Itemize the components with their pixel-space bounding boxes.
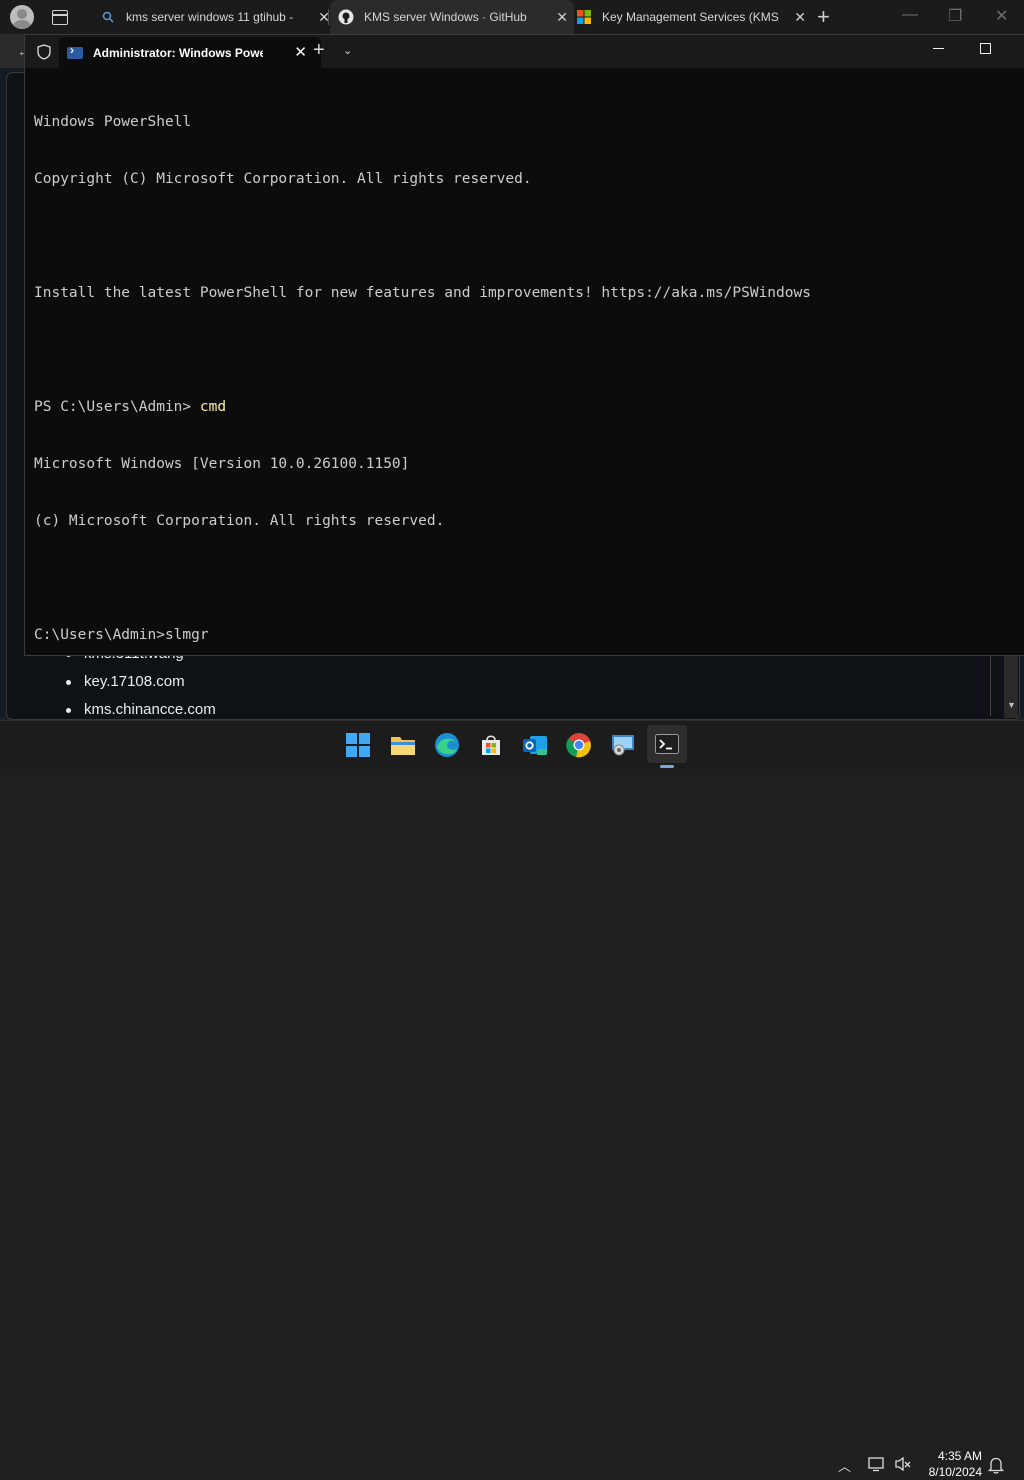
browser-restore-button[interactable]: ❐ bbox=[948, 6, 962, 26]
close-tab-icon[interactable]: ✕ bbox=[294, 43, 307, 61]
terminal-line: (c) Microsoft Corporation. All rights re… bbox=[34, 513, 445, 529]
powershell-icon bbox=[67, 43, 83, 59]
search-icon bbox=[100, 9, 116, 25]
terminal-input-line[interactable]: C:\Users\Admin>slmgr bbox=[34, 626, 811, 645]
terminal-maximize-button[interactable] bbox=[980, 43, 991, 54]
tab-title: kms server windows 11 gtihub - bbox=[126, 10, 294, 24]
chevron-up-icon[interactable]: ︿ bbox=[838, 1456, 851, 1475]
tab-actions-icon[interactable] bbox=[52, 10, 68, 25]
new-tab-button[interactable]: + bbox=[817, 4, 830, 30]
notification-bell-icon[interactable] bbox=[987, 1456, 1005, 1477]
terminal-line: Windows PowerShell bbox=[34, 114, 192, 130]
microsoft-icon bbox=[576, 9, 592, 25]
tab-title: KMS server Windows · GitHub bbox=[364, 10, 527, 24]
terminal-icon[interactable] bbox=[647, 725, 687, 763]
terminal-line: Microsoft Windows [Version 10.0.26100.11… bbox=[34, 456, 410, 472]
terminal-minimize-button[interactable] bbox=[933, 48, 944, 49]
page-divider bbox=[990, 652, 991, 716]
outlook-icon[interactable] bbox=[521, 731, 549, 759]
clock-date: 8/10/2024 bbox=[928, 1465, 982, 1479]
taskbar: ︿ 4:35 AM 8/10/2024 bbox=[0, 720, 1024, 1479]
browser-tab-github[interactable]: KMS server Windows · GitHub ✕ bbox=[330, 0, 574, 34]
edge-icon[interactable] bbox=[433, 731, 461, 759]
control-panel-icon[interactable] bbox=[609, 731, 637, 759]
profile-avatar[interactable] bbox=[10, 5, 34, 29]
close-tab-icon[interactable]: ✕ bbox=[556, 9, 568, 26]
browser-tab-microsoft[interactable]: Key Management Services (KMS ✕ bbox=[570, 0, 812, 34]
shield-icon bbox=[37, 44, 51, 60]
terminal-command: cmd bbox=[199, 399, 227, 415]
scroll-down-icon[interactable]: ▼ bbox=[1007, 700, 1016, 710]
browser-tab-search[interactable]: kms server windows 11 gtihub - ✕ bbox=[90, 0, 336, 34]
terminal-window: Administrator: Windows PowerShell ✕ + ⌄ … bbox=[24, 34, 1024, 656]
tab-separator bbox=[328, 9, 329, 25]
store-icon[interactable] bbox=[477, 731, 505, 759]
start-icon[interactable] bbox=[344, 731, 372, 759]
terminal-line: Copyright (C) Microsoft Corporation. All… bbox=[34, 171, 532, 187]
browser-tab-bar: kms server windows 11 gtihub - ✕ KMS ser… bbox=[0, 0, 1024, 34]
terminal-tab-title: Administrator: Windows PowerShell bbox=[93, 45, 263, 60]
tab-title: Key Management Services (KMS bbox=[602, 10, 779, 24]
terminal-prompt-line: PS C:\Users\Admin> cmd bbox=[34, 398, 811, 417]
browser-minimize-button[interactable]: — bbox=[902, 6, 918, 24]
terminal-prompt: PS C:\Users\Admin> bbox=[34, 399, 200, 415]
chevron-down-icon[interactable]: ⌄ bbox=[343, 44, 352, 57]
terminal-tab[interactable]: Administrator: Windows PowerShell ✕ bbox=[59, 37, 321, 68]
file-explorer-icon[interactable] bbox=[389, 731, 417, 759]
system-clock[interactable]: 4:35 AM 8/10/2024 bbox=[918, 1448, 982, 1480]
close-tab-icon[interactable]: ✕ bbox=[794, 9, 806, 26]
terminal-line: Install the latest PowerShell for new fe… bbox=[34, 285, 811, 301]
terminal-titlebar: Administrator: Windows PowerShell ✕ + ⌄ bbox=[25, 35, 1024, 68]
github-icon bbox=[338, 9, 354, 25]
new-terminal-tab-button[interactable]: + bbox=[313, 39, 325, 62]
terminal-output[interactable]: Windows PowerShell Copyright (C) Microso… bbox=[34, 75, 811, 683]
volume-muted-icon[interactable] bbox=[894, 1456, 912, 1475]
browser-close-button[interactable]: ✕ bbox=[995, 6, 1008, 26]
network-icon[interactable] bbox=[868, 1456, 886, 1475]
chrome-icon[interactable] bbox=[565, 731, 593, 759]
clock-time: 4:35 AM bbox=[937, 1449, 982, 1463]
